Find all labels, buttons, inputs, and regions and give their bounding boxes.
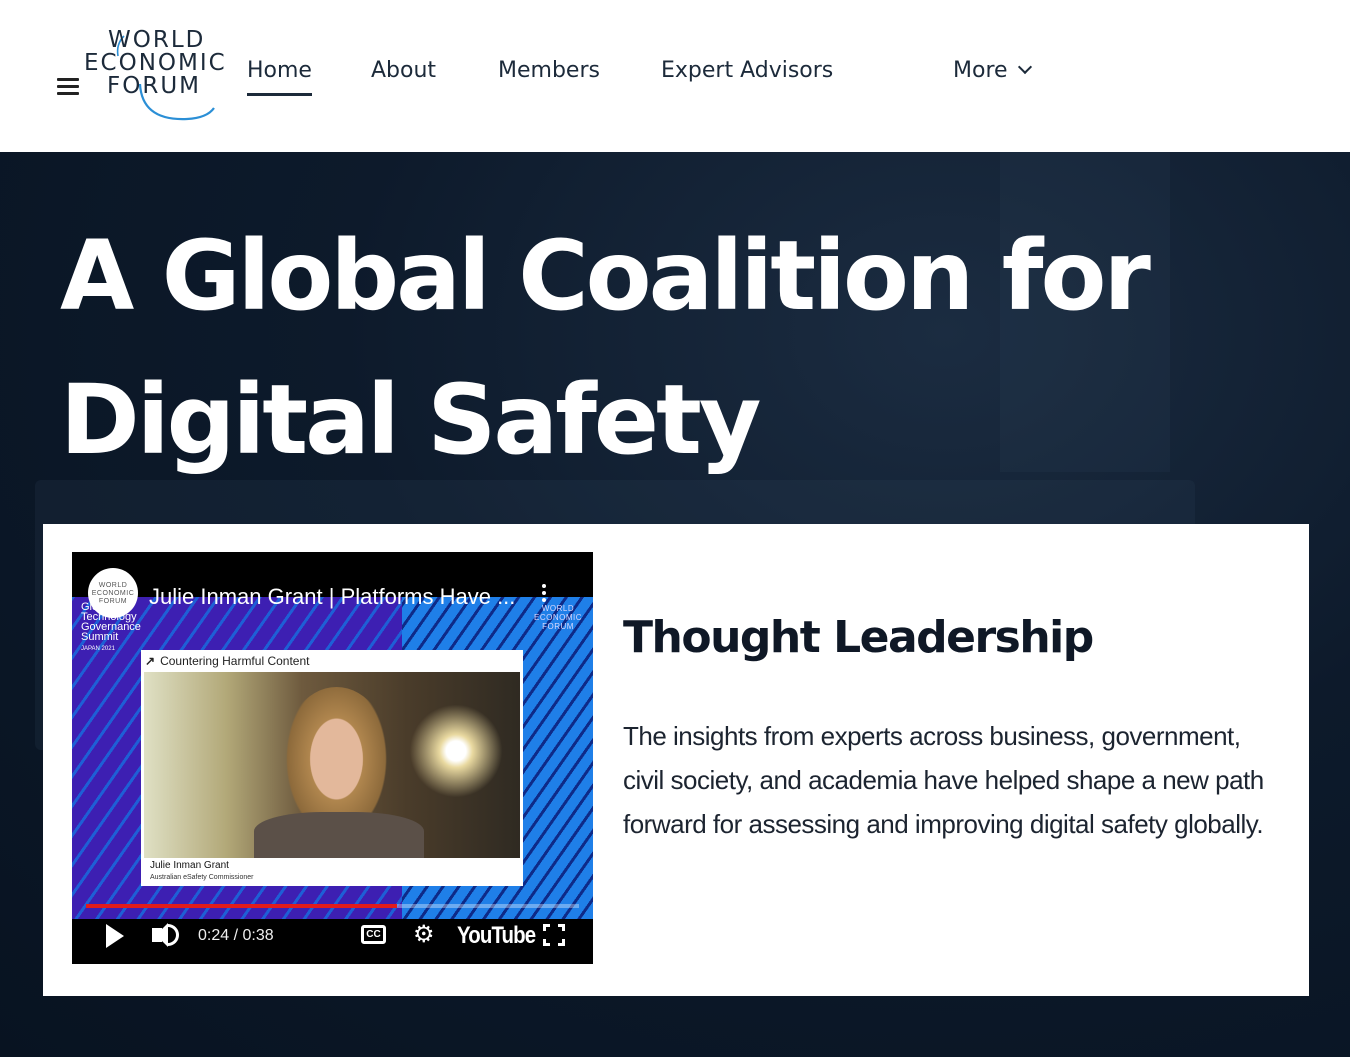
nav-about[interactable]: About [371,58,436,83]
section-body: The insights from experts across busines… [623,721,1264,839]
captions-icon[interactable]: CC [361,925,386,944]
segment-label-text: Countering Harmful Content [160,654,310,668]
video-title[interactable]: Julie Inman Grant | Platforms Have ... [149,584,515,610]
hamburger-menu-icon[interactable] [57,78,79,96]
nav-members[interactable]: Members [498,58,600,83]
summit-sub: JAPAN 2021 [81,646,115,652]
site-header: WORLD ECONOMIC FORUM Home About Members … [0,0,1350,152]
nav-more[interactable]: More [953,58,1032,83]
nav-home[interactable]: Home [247,58,312,96]
video-progress-bar[interactable] [86,904,579,908]
speaker-role: Australian eSafety Commissioner [150,874,254,881]
segment-label: ↗ Countering Harmful Content [145,654,309,668]
play-icon[interactable] [106,924,124,948]
summit-name: Global Technology Governance Summit [81,601,141,643]
speaker-shoulders [254,812,424,860]
channel-avatar-line-2: ECONOMIC [91,590,135,597]
volume-icon[interactable] [152,923,168,947]
arrow-up-right-icon: ↗ [145,654,156,668]
settings-gear-icon[interactable]: ⚙ [413,923,435,947]
youtube-video-player[interactable]: WORLD ECONOMIC FORUM Julie Inman Grant |… [72,552,593,964]
logo-line-3: FORUM [107,73,201,99]
video-controls: 0:24 / 0:38 CC ⚙ YouTube [72,919,593,964]
thought-leadership-card: WORLD ECONOMIC FORUM Julie Inman Grant |… [43,524,1309,996]
chevron-down-icon [1017,59,1032,75]
wef-logo[interactable]: WORLD ECONOMIC FORUM [82,26,247,126]
volume-wave-icon [167,924,179,946]
speaker-nameplate: Julie Inman Grant Australian eSafety Com… [144,858,520,886]
fullscreen-icon[interactable] [543,924,565,946]
video-progress-fill [86,904,397,908]
hero-title: A Global Coalition for Digital Safety [60,220,1151,476]
more-options-icon[interactable] [542,584,546,606]
speaker-video-frame [144,672,520,860]
video-watermark: WORLD ECONOMIC FORUM [534,604,582,631]
nav-expert-advisors[interactable]: Expert Advisors [661,58,833,83]
video-time: 0:24 / 0:38 [198,927,274,944]
youtube-logo[interactable]: YouTube [457,922,536,950]
nav-more-label: More [953,58,1008,83]
summit-label: Global Technology Governance Summit JAPA… [81,602,143,654]
speaker-name: Julie Inman Grant [150,860,229,871]
section-title: Thought Leadership [623,612,1094,663]
channel-avatar-line-1: WORLD [98,582,128,589]
video-inset-frame: ↗ Countering Harmful Content Julie Inman … [141,650,523,886]
